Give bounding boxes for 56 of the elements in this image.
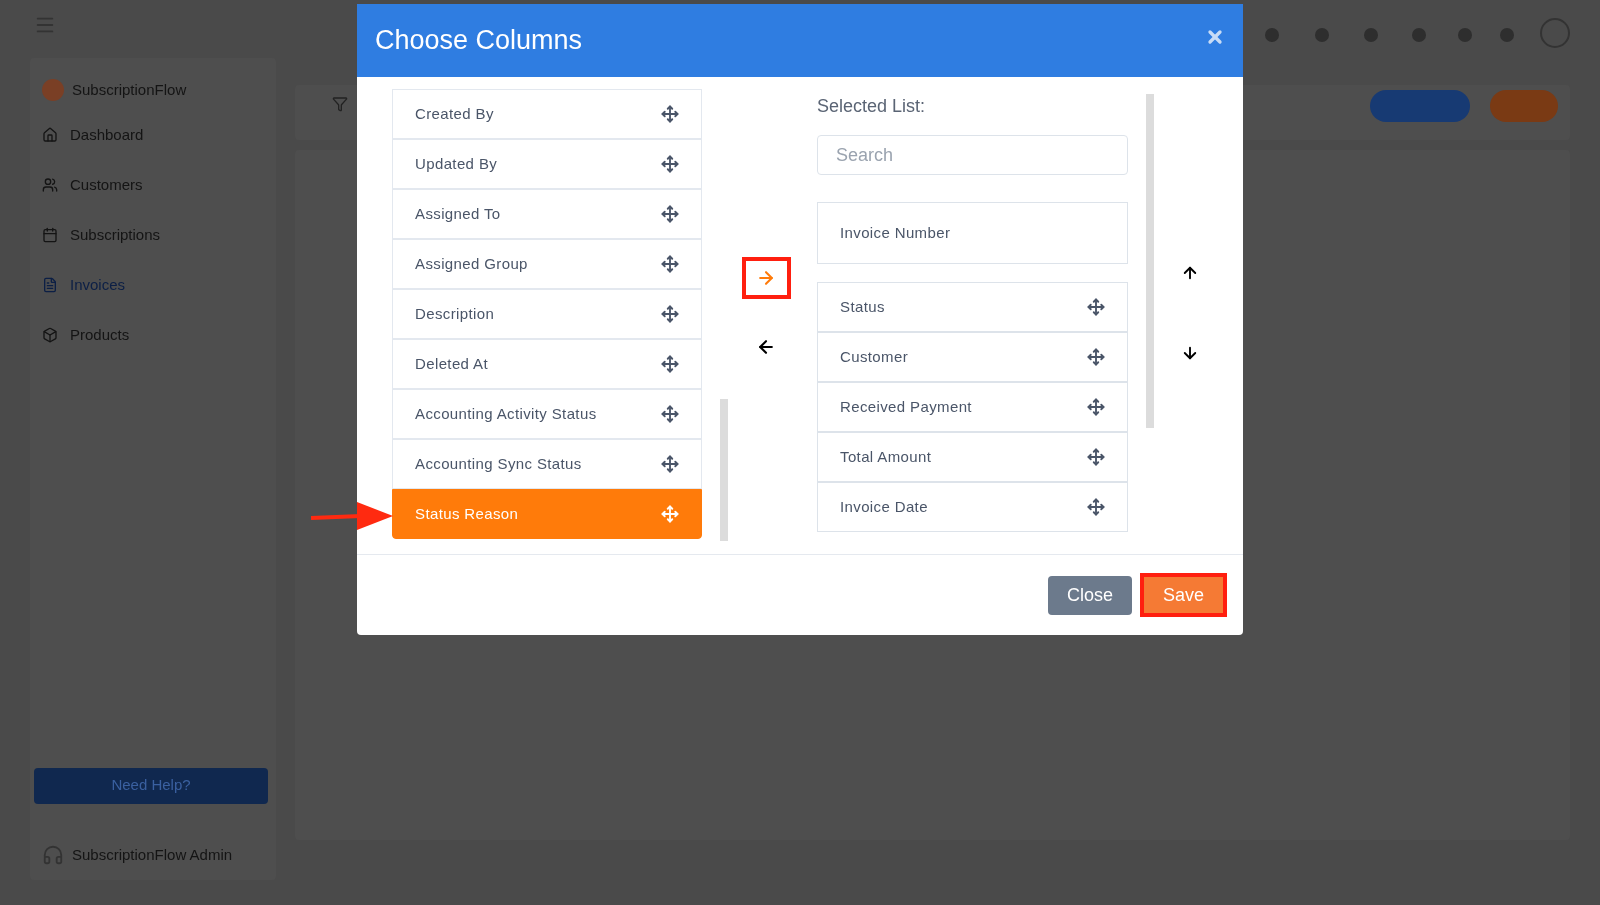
drag-handle-icon: [1087, 298, 1105, 316]
toolbar-icon: [1412, 28, 1426, 42]
drag-handle-icon: [661, 155, 679, 173]
drag-handle-icon: [1087, 498, 1105, 516]
column-item[interactable]: Deleted At: [392, 339, 702, 389]
selected-column-item[interactable]: Invoice Date: [817, 482, 1128, 532]
close-button[interactable]: Close: [1047, 575, 1132, 615]
toolbar-icon: [1500, 28, 1514, 42]
logo-icon: [42, 79, 64, 101]
selected-column-item[interactable]: Received Payment: [817, 382, 1128, 432]
toolbar-icon: [1315, 28, 1329, 42]
drag-handle-icon: [661, 205, 679, 223]
column-item[interactable]: Description: [392, 289, 702, 339]
toolbar-icon: [1458, 28, 1472, 42]
avatar-icon: [1540, 18, 1570, 48]
drag-handle-icon: [661, 455, 679, 473]
filter-icon: [332, 96, 348, 112]
move-up-button[interactable]: [1181, 264, 1199, 282]
dialog-title: Choose Columns: [375, 24, 583, 58]
nav-icon: [42, 277, 58, 293]
nav-icon: [42, 227, 58, 243]
drag-handle-icon: [661, 355, 679, 373]
toolbar-icon: [1364, 28, 1378, 42]
column-item[interactable]: Created By: [392, 89, 702, 139]
selected-list-label: Selected List:: [817, 95, 927, 118]
column-item[interactable]: Accounting Sync Status: [392, 439, 702, 489]
user-name: SubscriptionFlow Admin: [72, 844, 233, 865]
column-item[interactable]: Assigned Group: [392, 239, 702, 289]
drag-handle-icon: [661, 255, 679, 273]
toolbar-icon: [1265, 28, 1279, 42]
nav-icon: [42, 127, 58, 143]
column-item[interactable]: Updated By: [392, 139, 702, 189]
search-field[interactable]: Search: [817, 135, 1128, 175]
arrow-left-icon: [756, 337, 776, 357]
drag-handle-icon: [661, 305, 679, 323]
drag-handle-icon: [661, 505, 679, 523]
arrow-right-icon: [756, 268, 776, 288]
drag-handle-icon: [661, 405, 679, 423]
selected-column-item[interactable]: Invoice Number: [817, 202, 1128, 264]
arrow-down-icon: [1181, 344, 1199, 362]
column-item[interactable]: Accounting Activity Status: [392, 389, 702, 439]
drag-handle-icon: [1087, 448, 1105, 466]
nav-icon: [42, 327, 58, 343]
selected-column-item[interactable]: Total Amount: [817, 432, 1128, 482]
move-right-button[interactable]: [741, 257, 791, 299]
selected-column-item[interactable]: Customer: [817, 332, 1128, 382]
selected-column-item[interactable]: Status: [817, 282, 1128, 332]
brand-name: SubscriptionFlow: [72, 79, 187, 100]
drag-handle-icon: [1087, 398, 1105, 416]
drag-handle-icon: [1087, 348, 1105, 366]
move-down-button[interactable]: [1181, 344, 1199, 362]
headset-icon: [42, 843, 64, 866]
drag-handle-icon: [661, 105, 679, 123]
move-left-button[interactable]: [756, 337, 776, 357]
nav-icon: [42, 177, 58, 193]
column-item[interactable]: Assigned To: [392, 189, 702, 239]
